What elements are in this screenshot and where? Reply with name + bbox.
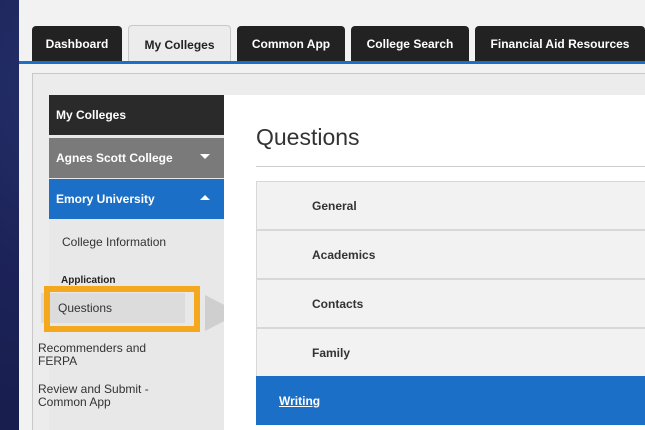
sidebar-college-label: Agnes Scott College [56,151,173,165]
sidebar-section-application: Application [61,275,116,286]
chevron-down-icon [200,154,210,159]
highlight-box [44,286,200,332]
title-divider [256,166,645,167]
tab-my-colleges[interactable]: My Colleges [128,25,231,63]
sidebar-header: My Colleges [49,95,224,135]
sidebar-link-college-information[interactable]: College Information [62,235,166,249]
tab-dashboard[interactable]: Dashboard [32,26,122,62]
tab-college-search[interactable]: College Search [351,26,469,62]
sidebar-header-label: My Colleges [56,108,127,122]
section-academics[interactable]: Academics [256,230,645,279]
section-family[interactable]: Family [256,328,645,377]
chevron-up-icon [200,195,210,200]
sidebar-college-agnes-scott[interactable]: Agnes Scott College [49,138,224,178]
section-general[interactable]: General [256,181,645,230]
sidebar-item-review-submit[interactable]: Review and Submit - Common App [38,383,173,409]
sidebar: My Colleges Agnes Scott College Emory Un… [49,95,224,430]
sidebar-item-recommenders[interactable]: Recommenders and FERPA [38,342,173,368]
section-contacts[interactable]: Contacts [256,279,645,328]
sidebar-college-emory[interactable]: Emory University [49,179,224,219]
sidebar-college-label: Emory University [56,192,155,206]
section-writing-label[interactable]: Writing [279,394,320,408]
section-writing[interactable]: Writing [256,376,645,425]
page-title: Questions [256,124,360,150]
tab-common-app[interactable]: Common App [237,26,345,62]
tab-financial-aid-resources[interactable]: Financial Aid Resources [475,26,645,62]
